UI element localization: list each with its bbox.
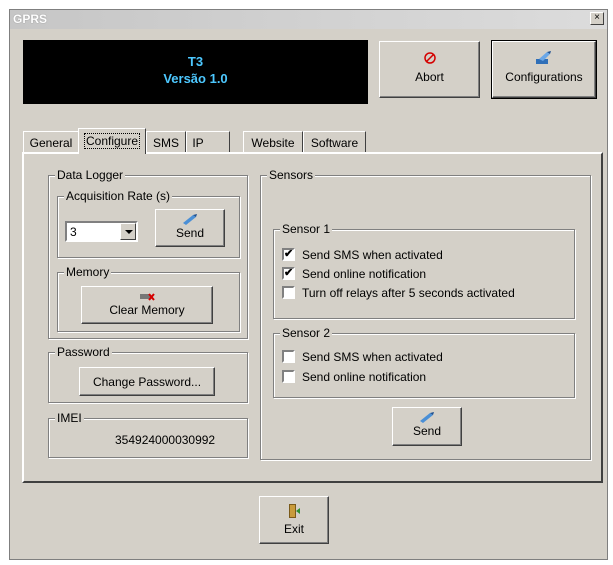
data-logger-group: Data Logger Acquisition Rate (s) 3 Send … [48, 168, 248, 339]
acquisition-send-button[interactable]: Send [155, 209, 225, 247]
acquisition-rate-select[interactable]: 3 [65, 221, 138, 242]
send-pencil-icon [183, 214, 197, 225]
gprs-window: GPRS × T3 Versão 1.0 Abort Configuration… [9, 9, 608, 560]
acquisition-rate-value: 3 [70, 225, 77, 239]
memory-title: Memory [64, 265, 112, 279]
data-logger-title: Data Logger [55, 168, 126, 182]
tab-sms[interactable]: SMS [146, 131, 186, 153]
abort-label: Abort [415, 70, 444, 84]
version-text: Versão 1.0 [163, 71, 228, 86]
checkbox-unchecked-icon[interactable] [282, 370, 295, 383]
imei-group: IMEI 354924000030992 [48, 411, 248, 458]
imei-title: IMEI [55, 411, 84, 425]
memory-group: Memory Clear Memory [57, 265, 240, 332]
sensor-1-title: Sensor 1 [280, 222, 333, 236]
settings-pencil-icon [536, 51, 551, 64]
sensor-1-group: Sensor 1 ✔ Send SMS when activated ✔ Sen… [273, 222, 575, 319]
password-group: Password Change Password... [48, 345, 248, 403]
password-title: Password [55, 345, 112, 359]
send-pencil-icon [420, 412, 434, 423]
title-bar: GPRS × [10, 10, 607, 29]
sensor-2-title: Sensor 2 [280, 326, 333, 340]
checkbox-checked-icon[interactable]: ✔ [282, 267, 295, 280]
eraser-icon [140, 293, 155, 301]
sensors-group: Sensors Sensor 1 ✔ Send SMS when activat… [260, 168, 591, 460]
window-title: GPRS [13, 12, 48, 26]
close-icon[interactable]: × [590, 12, 604, 25]
tab-configure[interactable]: Configure [78, 128, 146, 154]
sensors-send-button[interactable]: Send [392, 407, 462, 446]
checkbox-checked-icon[interactable]: ✔ [282, 248, 295, 261]
abort-button[interactable]: Abort [379, 41, 480, 98]
clear-memory-button[interactable]: Clear Memory [81, 286, 213, 324]
sensors-title: Sensors [267, 168, 316, 182]
checkbox-unchecked-icon[interactable] [282, 350, 295, 363]
chevron-down-icon[interactable] [120, 223, 136, 240]
tab-software[interactable]: Software [303, 131, 366, 153]
device-name: T3 [187, 54, 204, 69]
change-password-button[interactable]: Change Password... [79, 367, 215, 396]
checkbox-unchecked-icon[interactable] [282, 286, 295, 299]
exit-door-icon [289, 504, 300, 518]
configurations-button[interactable]: Configurations [491, 40, 597, 99]
tab-ip[interactable]: IP [186, 131, 230, 153]
configure-panel: Data Logger Acquisition Rate (s) 3 Send … [22, 152, 603, 483]
exit-button[interactable]: Exit [259, 496, 329, 544]
acquisition-rate-title: Acquisition Rate (s) [64, 189, 173, 203]
sensor-2-group: Sensor 2 Send SMS when activated Send on… [273, 326, 575, 398]
tab-website[interactable]: Website [243, 131, 303, 153]
acquisition-rate-group: Acquisition Rate (s) 3 Send [57, 189, 240, 258]
imei-value: 354924000030992 [115, 433, 216, 447]
version-banner: T3 Versão 1.0 [23, 40, 368, 104]
configurations-label: Configurations [505, 70, 583, 84]
tab-general[interactable]: General [23, 131, 79, 153]
no-entry-icon [423, 52, 436, 64]
